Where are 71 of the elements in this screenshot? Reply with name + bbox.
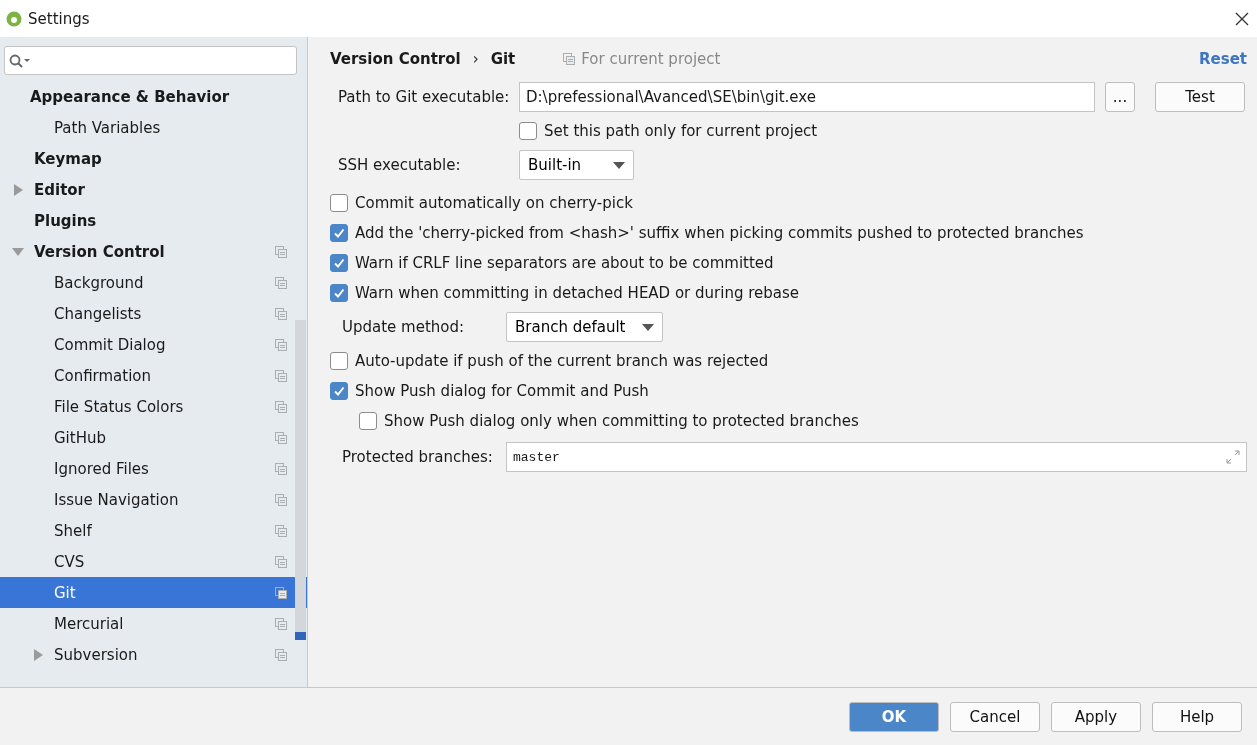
expand-icon[interactable] [1226,450,1240,464]
breadcrumb-separator: › [472,49,479,68]
checkbox[interactable] [330,284,348,302]
dropdown[interactable]: Branch default [506,312,663,342]
expanded-arrow-icon[interactable] [12,245,24,258]
sidebar-item[interactable]: Editor [0,174,307,205]
checkbox[interactable] [359,412,377,430]
checkbox-label: Add the 'cherry-picked from <hash>' suffix when picking commits pushed to protected branches [355,224,1084,242]
close-icon[interactable] [1235,11,1249,26]
sidebar-item[interactable]: Subversion [0,639,307,670]
checkmark-icon [333,257,345,269]
sidebar-item[interactable]: GitHub [0,422,307,453]
checkbox[interactable] [519,122,537,140]
collapsed-arrow-icon[interactable] [32,648,44,661]
checkmark-icon [333,287,345,299]
sidebar-item[interactable]: Git [0,577,307,608]
checkbox-label: Show Push dialog only when committing to protected branches [384,412,859,430]
sidebar-item[interactable]: Ignored Files [0,453,307,484]
scrollbar[interactable] [295,320,306,640]
dialog-button[interactable]: Apply [1051,701,1141,732]
breadcrumb-current: Git [490,49,516,68]
sidebar-item[interactable]: Mercurial [0,608,307,639]
checkbox[interactable] [330,194,348,212]
checkbox[interactable] [330,382,348,400]
app-logo-icon [6,10,22,27]
checkbox-label: Auto-update if push of the current branch was rejected [355,352,769,370]
input-field[interactable]: D:\prefessional\Avanced\SE\bin\git.exe [519,82,1095,112]
checkbox-label: Set this path only for current project [544,122,818,140]
sidebar-item[interactable]: Version Control [0,236,307,267]
checkbox-label: Warn when committing in detached HEAD or during rebase [355,284,800,302]
checkbox[interactable] [330,352,348,370]
dropdown-caret-icon [642,323,654,331]
checkmark-icon [333,227,345,239]
reset-link[interactable]: Reset [1199,49,1247,68]
dropdown[interactable]: Built-in [519,150,634,180]
field-label: Path to Git executable: [338,88,511,106]
dialog-button[interactable]: OK [849,701,939,732]
sidebar-item[interactable]: File Status Colors [0,391,307,422]
checkbox[interactable] [330,224,348,242]
sidebar-item[interactable]: Keymap [0,143,307,174]
field-label: SSH executable: [338,156,462,174]
sidebar-item[interactable]: Path Variables [0,112,307,143]
checkmark-icon [333,385,345,397]
sidebar-item[interactable]: Confirmation [0,360,307,391]
sidebar-item[interactable]: Changelists [0,298,307,329]
sidebar-item[interactable]: CVS [0,546,307,577]
collapsed-arrow-icon[interactable] [12,183,24,196]
sidebar-item[interactable]: Issue Navigation [0,484,307,515]
checkbox-label: Warn if CRLF line separators are about to be committed [355,254,774,272]
sidebar-item[interactable]: Plugins [0,205,307,236]
sidebar-item[interactable]: Appearance & Behavior [0,81,307,112]
field-label: Update method: [342,318,466,336]
field-label: Protected branches: [342,448,494,466]
scope-label: For current project [581,49,721,68]
sidebar-item[interactable]: Background [0,267,307,298]
test-button[interactable]: Test [1155,82,1245,112]
dialog-button[interactable]: Help [1152,701,1242,732]
dialog-button[interactable]: Cancel [950,701,1040,732]
sidebar-item[interactable]: Shelf [0,515,307,546]
browse-button[interactable]: ... [1105,82,1135,112]
sidebar-item[interactable]: Commit Dialog [0,329,307,360]
checkbox[interactable] [330,254,348,272]
checkbox-label: Commit automatically on cherry-pick [355,194,633,212]
checkbox-label: Show Push dialog for Commit and Push [355,382,649,400]
breadcrumb-parent[interactable]: Version Control [330,49,461,68]
search-icon [9,53,31,68]
search-field[interactable] [4,46,297,75]
input-field[interactable]: master [506,442,1247,472]
project-scope-icon [563,52,576,65]
dropdown-caret-icon [613,161,625,169]
window-title: Settings [28,9,91,28]
